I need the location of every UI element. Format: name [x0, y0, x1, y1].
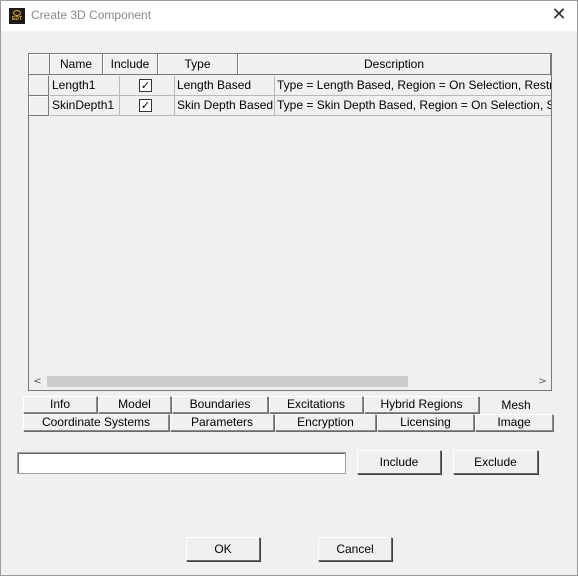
- close-icon[interactable]: ✕: [549, 5, 569, 25]
- row-header[interactable]: [29, 76, 49, 96]
- column-header-type[interactable]: Type: [158, 54, 238, 75]
- title-bar: EDT Create 3D Component ✕: [1, 1, 577, 31]
- create-3d-component-dialog: EDT Create 3D Component ✕ Name Include T…: [0, 0, 578, 576]
- tab-hybrid-regions[interactable]: Hybrid Regions: [364, 396, 479, 413]
- column-header-name[interactable]: Name: [50, 54, 103, 75]
- cell-description[interactable]: Type = Length Based, Region = On Selecti…: [275, 76, 551, 96]
- tab-excitations[interactable]: Excitations: [269, 396, 363, 413]
- tab-coordinate-systems[interactable]: Coordinate Systems: [23, 414, 169, 431]
- cell-description[interactable]: Type = Skin Depth Based, Region = On Sel…: [275, 96, 551, 116]
- cell-name[interactable]: SkinDepth1: [50, 96, 120, 116]
- app-logo-icon: EDT: [9, 8, 25, 24]
- cancel-button[interactable]: Cancel: [318, 537, 392, 561]
- tab-mesh[interactable]: Mesh: [480, 398, 552, 415]
- ok-button[interactable]: OK: [186, 537, 260, 561]
- tab-parameters[interactable]: Parameters: [170, 414, 274, 431]
- table-row[interactable]: SkinDepth1 ✓ Skin Depth Based Type = Ski…: [29, 96, 551, 116]
- window-title: Create 3D Component: [31, 8, 152, 22]
- tab-boundaries[interactable]: Boundaries: [172, 396, 268, 413]
- scrollbar-thumb[interactable]: [47, 376, 408, 387]
- corner-header: [29, 54, 50, 75]
- scroll-right-icon[interactable]: >: [534, 373, 551, 390]
- table-row[interactable]: Length1 ✓ Length Based Type = Length Bas…: [29, 76, 551, 96]
- tab-encryption[interactable]: Encryption: [275, 414, 376, 431]
- cell-include: ✓: [120, 96, 175, 116]
- column-header-description[interactable]: Description: [238, 54, 551, 75]
- name-input[interactable]: [17, 452, 346, 474]
- scroll-left-icon[interactable]: <: [29, 373, 46, 390]
- cell-include: ✓: [120, 76, 175, 96]
- horizontal-scrollbar[interactable]: < >: [29, 373, 551, 390]
- include-checkbox[interactable]: ✓: [139, 99, 152, 112]
- include-button[interactable]: Include: [357, 450, 441, 474]
- tab-info[interactable]: Info: [23, 396, 97, 413]
- tab-image[interactable]: Image: [475, 414, 553, 431]
- row-header[interactable]: [29, 96, 49, 116]
- column-header-include[interactable]: Include: [103, 54, 158, 75]
- exclude-button[interactable]: Exclude: [453, 450, 538, 474]
- cell-type[interactable]: Skin Depth Based: [175, 96, 275, 116]
- tab-licensing[interactable]: Licensing: [377, 414, 474, 431]
- mesh-operations-table: Name Include Type Description Length1 ✓ …: [28, 53, 552, 391]
- include-checkbox[interactable]: ✓: [139, 79, 152, 92]
- cell-name[interactable]: Length1: [50, 76, 120, 96]
- tab-model[interactable]: Model: [98, 396, 171, 413]
- cell-type[interactable]: Length Based: [175, 76, 275, 96]
